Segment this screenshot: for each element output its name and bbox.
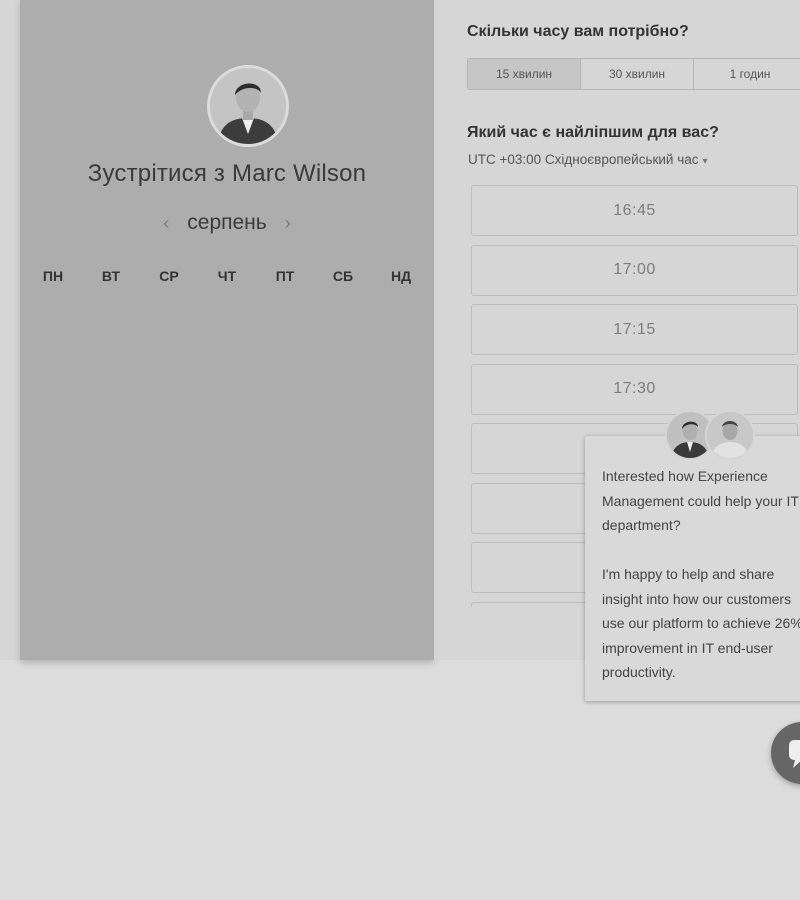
host-title: Зустрітися з Marc Wilson <box>87 160 367 187</box>
weekday-label: СБ <box>332 268 354 284</box>
time-slot[interactable]: 17:00 <box>471 244 798 296</box>
weekday-label: НД <box>390 268 412 284</box>
caret-down-icon: ▾ <box>702 156 708 167</box>
weekday-label: ПН <box>42 268 64 284</box>
chat-launcher-button[interactable] <box>771 722 800 784</box>
month-navigation: ‹ серпень › <box>20 208 434 238</box>
timezone-label: UTC +03:00 Східноєвропейський час <box>468 152 699 167</box>
duration-option-60[interactable]: 1 годин <box>694 59 800 89</box>
duration-question: Скільки часу вам потрібно? <box>467 23 689 40</box>
month-label: серпень <box>187 211 267 234</box>
chat-bubble-icon <box>789 740 800 768</box>
person-portrait-icon <box>210 68 286 144</box>
duration-option-15[interactable]: 15 хвилин <box>468 59 581 89</box>
duration-option-30[interactable]: 30 хвилин <box>581 59 694 89</box>
host-calendar-panel: Зустрітися з Marc Wilson ‹ серпень › ПН … <box>20 0 434 660</box>
time-slot[interactable]: 16:45 <box>471 185 798 236</box>
chat-message: Interested how Experience Management cou… <box>602 464 800 685</box>
time-question: Який час є найліпшим для вас? <box>467 124 719 141</box>
timezone-selector[interactable]: UTC +03:00 Східноєвропейський час ▾ <box>468 152 708 167</box>
time-slot[interactable]: 17:15 <box>471 304 798 355</box>
weekday-label: ЧТ <box>217 268 237 284</box>
weekday-label: ПТ <box>275 268 295 284</box>
host-avatar <box>207 65 289 147</box>
weekday-label: СР <box>159 268 179 284</box>
chevron-right-icon[interactable]: › <box>285 214 291 232</box>
weekday-label: ВТ <box>101 268 121 284</box>
person-portrait-icon <box>707 412 753 458</box>
duration-selector: 15 хвилин 30 хвилин 1 годин <box>467 58 800 90</box>
chevron-left-icon[interactable]: ‹ <box>163 214 169 232</box>
chat-agent-avatars <box>665 410 755 460</box>
chat-message-popup[interactable]: Interested how Experience Management cou… <box>585 436 800 701</box>
chat-message-paragraph: Interested how Experience Management cou… <box>602 468 799 533</box>
chat-message-paragraph: I'm happy to help and share insight into… <box>602 566 800 680</box>
agent-avatar <box>705 410 755 460</box>
weekday-header: ПН ВТ СР ЧТ ПТ СБ НД <box>20 268 434 284</box>
time-slot[interactable]: 17:30 <box>471 363 798 415</box>
